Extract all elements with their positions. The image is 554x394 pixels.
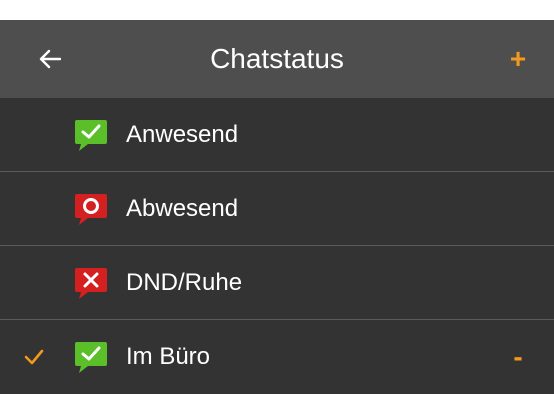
back-button[interactable] (28, 37, 72, 81)
status-item-anwesend[interactable]: Anwesend (0, 98, 554, 172)
add-status-button[interactable]: + (496, 37, 540, 81)
selected-check-icon (24, 320, 44, 394)
app-header: Chatstatus + (0, 20, 554, 98)
status-label: Im Büro (126, 343, 211, 370)
status-item-im-buero[interactable]: Im Büro - (0, 320, 554, 394)
status-list: Anwesend Abwesend DND/Ruhe Im Büro - (0, 98, 554, 394)
status-item-abwesend[interactable]: Abwesend (0, 172, 554, 246)
remove-status-button[interactable]: - (496, 335, 540, 379)
chat-circle-icon (74, 192, 108, 226)
chatstatus-screen: Chatstatus + Anwesend Abwesend DND/Ruhe … (0, 0, 554, 394)
status-label: DND/Ruhe (126, 269, 243, 296)
page-title: Chatstatus (210, 43, 344, 74)
status-item-dnd[interactable]: DND/Ruhe (0, 246, 554, 320)
chat-check-icon (74, 340, 108, 374)
status-label: Anwesend (126, 121, 239, 148)
status-label: Abwesend (126, 195, 239, 222)
chat-x-icon (74, 266, 108, 300)
arrow-left-icon (39, 49, 61, 69)
chat-check-icon (74, 118, 108, 152)
